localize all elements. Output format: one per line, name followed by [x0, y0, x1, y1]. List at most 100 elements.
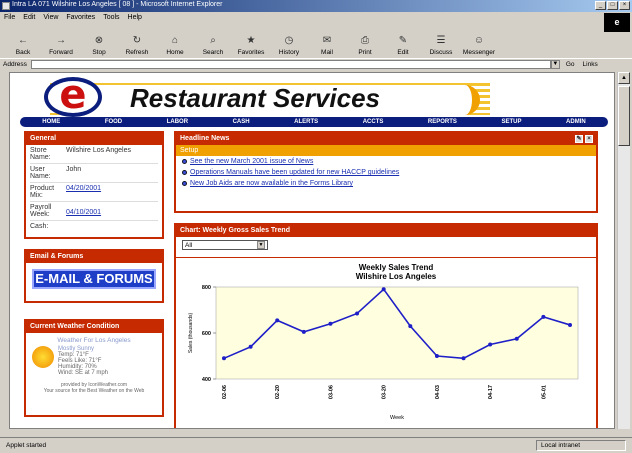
refresh-icon: ↻ — [132, 35, 142, 46]
data-point — [222, 356, 226, 361]
news-link[interactable]: New Job Aids are now available in the Fo… — [190, 180, 353, 187]
discuss-icon: ☰ — [436, 35, 446, 46]
store-name-key: Store Name: — [30, 147, 51, 161]
title-bar: Intra LA 071 Wilshire Los Angeles [ 08 ]… — [0, 0, 632, 12]
x-tick-label: 04-17 — [488, 385, 494, 399]
home-icon: ⌂ — [171, 35, 179, 46]
cash-key: Cash: — [30, 223, 49, 230]
edit-panel-icon[interactable]: ✎ — [575, 135, 583, 143]
menu-file[interactable]: File — [4, 14, 15, 22]
nav-setup[interactable]: SETUP — [501, 119, 521, 125]
scroll-up-icon[interactable]: ▲ — [618, 72, 630, 84]
discuss-label: Discuss — [429, 49, 453, 56]
dropdown-arrow-icon: ▼ — [257, 241, 265, 249]
maximize-button[interactable]: □ — [607, 1, 618, 10]
x-tick-label: 03-20 — [382, 385, 388, 399]
news-link[interactable]: See the new March 2001 issue of News — [190, 158, 313, 165]
print-button[interactable]: ⎙ Print — [346, 35, 384, 56]
address-label: Address — [3, 61, 27, 68]
mail-icon: ✉ — [322, 35, 332, 46]
menu-edit[interactable]: Edit — [23, 14, 35, 22]
favorites-icon: ★ — [246, 35, 256, 46]
x-axis-label: Week — [390, 415, 404, 421]
news-link[interactable]: Operations Manuals have been updated for… — [190, 169, 399, 176]
weather-wind: Wind: SE at 7 mph — [58, 370, 109, 376]
close-panel-icon[interactable]: × — [585, 135, 593, 143]
menu-favorites[interactable]: Favorites — [66, 14, 95, 22]
menu-tools[interactable]: Tools — [103, 14, 119, 22]
nav-food[interactable]: FOOD — [105, 119, 122, 125]
window-title: Intra LA 071 Wilshire Los Angeles [ 08 ]… — [12, 1, 223, 8]
chart-panel-title: Chart: Weekly Gross Sales Trend — [176, 225, 596, 237]
status-bar: Applet started Local intranet — [0, 437, 632, 453]
favorites-button[interactable]: ★ Favorites — [232, 35, 270, 56]
y-tick-label: 800 — [202, 285, 211, 291]
data-point — [434, 354, 439, 358]
nav-admin[interactable]: ADMIN — [566, 119, 586, 125]
nav-home[interactable]: HOME — [42, 119, 60, 125]
mail-button[interactable]: ✉ Mail — [308, 35, 346, 56]
news-setup-bar[interactable]: Setup — [176, 145, 596, 156]
general-row-user: User Name: John — [26, 164, 162, 182]
cash-value — [66, 223, 158, 230]
general-row-store: Store Name: Wilshire Los Angeles — [26, 145, 162, 163]
product-mix-link[interactable]: 04/20/2001 — [66, 185, 101, 192]
nav-accts[interactable]: ACCTS — [363, 119, 384, 125]
news-item: Operations Manuals have been updated for… — [176, 167, 596, 178]
links-button[interactable]: Links — [583, 61, 598, 68]
search-label: Search — [202, 49, 224, 56]
email-panel: Email & Forums E-MAIL & FORUMS — [24, 249, 164, 303]
vertical-scrollbar[interactable]: ▲ — [617, 72, 630, 429]
close-button[interactable]: × — [619, 1, 630, 10]
home-label: Home — [166, 49, 184, 56]
minimize-button[interactable]: _ — [595, 1, 606, 10]
data-point — [514, 336, 519, 341]
messenger-icon: ☺ — [473, 35, 485, 46]
ie-icon — [2, 2, 10, 10]
chart-filter-value: All — [185, 241, 193, 249]
stop-icon: ⊗ — [94, 35, 104, 46]
home-button[interactable]: ⌂ Home — [156, 35, 194, 56]
payroll-week-link[interactable]: 04/10/2001 — [66, 209, 101, 216]
go-button[interactable]: Go — [566, 61, 575, 68]
chart-area: Weekly Sales Trend Wilshire Los Angeles 40… — [182, 261, 590, 421]
edit-icon: ✎ — [398, 35, 408, 46]
user-name-key: User Name: — [30, 166, 51, 180]
nav-reports[interactable]: REPORTS — [428, 119, 457, 125]
discuss-button[interactable]: ☰ Discuss — [422, 35, 460, 56]
x-tick-label: 02-06 — [222, 385, 228, 399]
data-point — [248, 344, 253, 349]
x-tick-label: 04-03 — [435, 385, 441, 399]
menu-help[interactable]: Help — [128, 14, 142, 22]
data-point — [408, 324, 413, 329]
data-point — [301, 329, 306, 334]
nav-labor[interactable]: LABOR — [167, 119, 188, 125]
nav-alerts[interactable]: ALERTS — [294, 119, 318, 125]
search-button[interactable]: ⌕ Search — [194, 35, 232, 56]
menu-view[interactable]: View — [43, 14, 58, 22]
refresh-button[interactable]: ↻ Refresh — [118, 35, 156, 56]
history-button[interactable]: ◷ History — [270, 35, 308, 56]
weather-title: Current Weather Condition — [26, 321, 162, 333]
weather-widget[interactable]: Weather For Los Angeles Mostly Sunny Tem… — [26, 333, 162, 398]
scroll-thumb[interactable] — [618, 86, 630, 146]
banner: e Restaurant Services — [20, 75, 490, 121]
back-button[interactable]: ← Back — [4, 35, 42, 56]
sales-trend-chart: Weekly Sales TrendWilshire Los Angeles 40… — [188, 263, 579, 421]
data-point — [381, 287, 386, 292]
edit-button[interactable]: ✎ Edit — [384, 35, 422, 56]
favorites-label: Favorites — [237, 49, 265, 56]
toolbar: ← Back → Forward ⊗ Stop ↻ Refresh ⌂ Home ⌕ Sea… — [0, 26, 600, 58]
forward-button[interactable]: → Forward — [42, 35, 80, 56]
e-logo[interactable]: e — [44, 75, 102, 117]
address-input[interactable] — [30, 60, 551, 69]
ie-throbber-icon: e — [604, 13, 630, 32]
address-dropdown-icon[interactable]: ▼ — [550, 60, 560, 69]
messenger-button[interactable]: ☺ Messenger — [460, 35, 498, 56]
history-label: History — [278, 49, 300, 56]
menu-bar: File Edit View Favorites Tools Help — [0, 12, 632, 24]
stop-button[interactable]: ⊗ Stop — [80, 35, 118, 56]
email-forums-button[interactable]: E-MAIL & FORUMS — [32, 269, 156, 289]
chart-filter-select[interactable]: All ▼ — [182, 240, 268, 250]
nav-cash[interactable]: CASH — [233, 119, 250, 125]
